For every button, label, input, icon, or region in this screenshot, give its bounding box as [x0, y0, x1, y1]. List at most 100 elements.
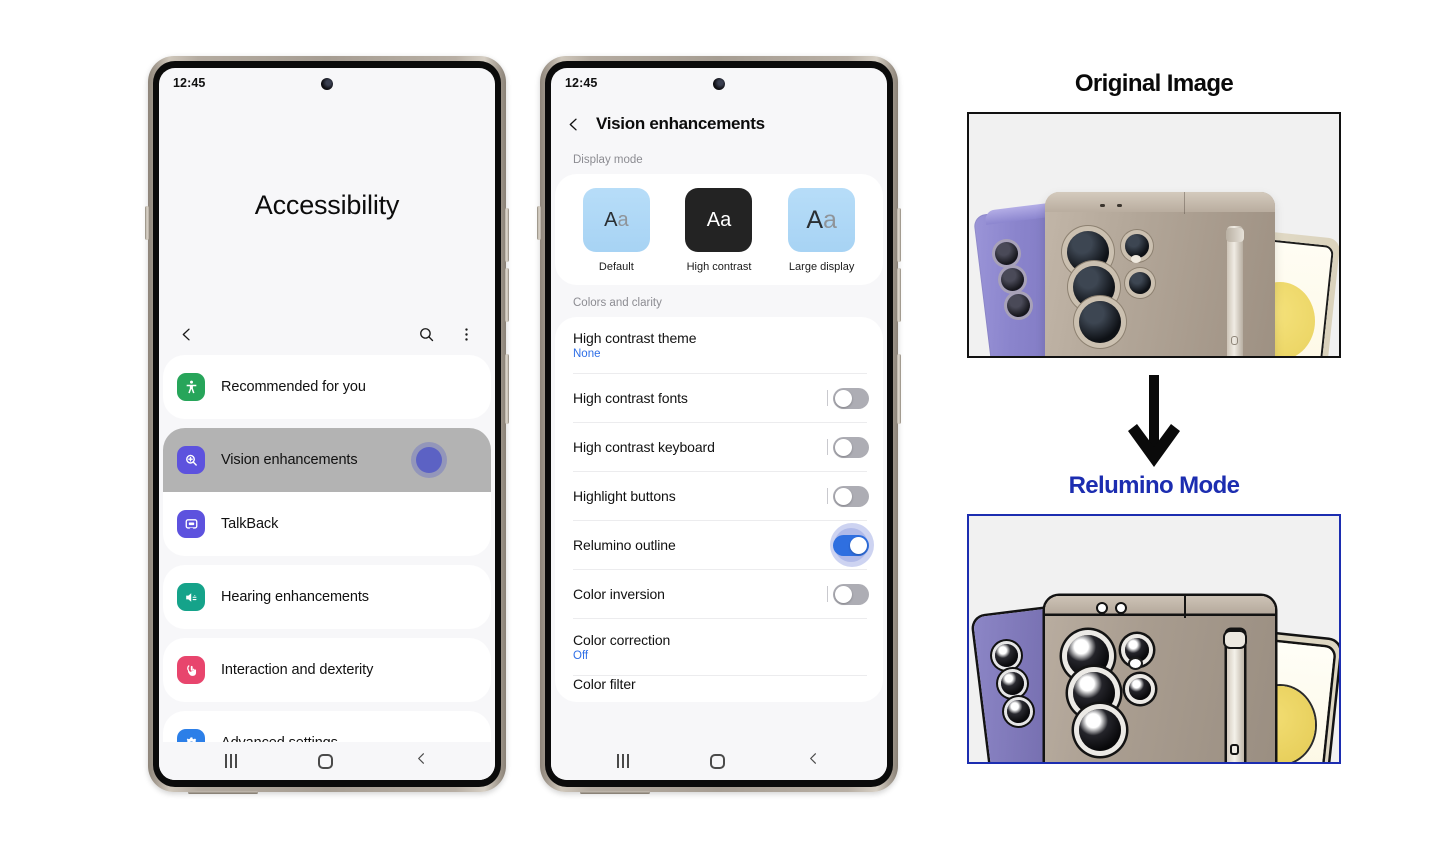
sidebar-item-recommended[interactable]: Recommended for you — [163, 355, 491, 419]
setting-row-high-contrast-keyboard[interactable]: High contrast keyboard — [555, 423, 883, 471]
magnifier-plus-icon — [177, 446, 205, 474]
page-title: Accessibility — [254, 190, 400, 220]
power-button[interactable] — [897, 354, 901, 424]
photo-titanium-top-edge — [1045, 596, 1275, 616]
photo-titanium-seam — [1184, 192, 1185, 214]
power-button[interactable] — [505, 354, 509, 424]
photo-mic-hole — [1117, 204, 1122, 207]
photo-flash — [1130, 659, 1141, 668]
left-side-nub — [537, 206, 541, 240]
down-arrow-icon — [1128, 375, 1180, 467]
display-mode-option-large-display[interactable]: Aa Large display — [788, 188, 856, 273]
phone2-status-bar: 12:45 — [551, 68, 887, 98]
toggle-color-inversion[interactable] — [827, 583, 869, 605]
toggle-relumino-outline[interactable] — [827, 523, 874, 567]
speech-bubble-icon — [177, 510, 205, 538]
toggle-knob — [835, 389, 852, 407]
setting-row-high-contrast-fonts[interactable]: High contrast fonts — [555, 374, 883, 422]
mode-preview-large-display: Aa — [788, 188, 856, 252]
section-label-display-mode: Display mode — [573, 154, 643, 166]
setting-row-color-filter[interactable]: Color filter — [555, 676, 883, 702]
sidebar-item-label: Interaction and dexterity — [221, 662, 374, 678]
chevron-left-icon[interactable] — [565, 116, 582, 133]
toggle-high-contrast-keyboard[interactable] — [827, 436, 869, 458]
phone2-bezel: 12:45 Vision enhancements Display mode A… — [545, 61, 893, 787]
search-icon[interactable] — [413, 321, 439, 347]
sidebar-item-talkback[interactable]: TalkBack — [163, 492, 491, 556]
toggle-track — [833, 485, 869, 507]
photo-lens-main — [1073, 672, 1115, 714]
phone1-navigation-bar — [159, 742, 495, 780]
left-side-nub — [145, 206, 149, 240]
photo-lens — [1007, 700, 1030, 723]
phone1-status-bar: 12:45 — [159, 68, 495, 98]
toggle-highlight-buttons[interactable] — [827, 485, 869, 507]
accessibility-person-icon — [177, 373, 205, 401]
setting-row-high-contrast-theme[interactable]: High contrast theme None — [555, 317, 883, 373]
mode-label: High contrast — [686, 261, 752, 273]
display-mode-option-default[interactable]: Aa Default — [582, 188, 650, 273]
original-image-title: Original Image — [1074, 70, 1234, 97]
volume-down-button[interactable] — [897, 268, 901, 322]
setting-label: Color correction — [573, 632, 671, 648]
page-title-zone: Accessibility — [159, 98, 495, 313]
photo-mic-hole — [1098, 604, 1106, 612]
photo-lens-main — [1079, 709, 1121, 751]
home-icon[interactable] — [709, 753, 725, 769]
volume-up-button[interactable] — [505, 208, 509, 262]
setting-label: High contrast fonts — [573, 390, 688, 406]
photo-s-pen-clip — [1226, 228, 1244, 242]
setting-row-highlight-buttons[interactable]: Highlight buttons — [555, 472, 883, 520]
speaker-grille — [580, 791, 650, 794]
sidebar-item-vision-enhancements[interactable]: Vision enhancements — [163, 428, 491, 492]
toggle-track — [833, 583, 869, 605]
toggle-track — [833, 534, 869, 556]
back-icon[interactable] — [806, 751, 821, 771]
setting-row-color-inversion[interactable]: Color inversion — [555, 570, 883, 618]
sidebar-item-hearing-enhancements[interactable]: Hearing enhancements — [163, 565, 491, 629]
photo-mic-hole — [1100, 204, 1105, 207]
toggle-track — [833, 387, 869, 409]
toggle-knob — [835, 585, 852, 603]
photo-lens-small — [1129, 272, 1151, 294]
photo-s-pen-clip — [1225, 632, 1245, 647]
toggle-knob — [835, 487, 852, 505]
accessibility-list: Recommended for you Vision enhancements — [159, 355, 495, 780]
touch-ripple-indicator — [411, 442, 447, 478]
recents-icon[interactable] — [617, 754, 630, 768]
display-mode-card: Aa Default Aa High contrast Aa Large dis… — [555, 174, 883, 285]
sidebar-item-interaction-dexterity[interactable]: Interaction and dexterity — [163, 638, 491, 702]
toggle-separator — [827, 586, 828, 602]
phone1-toolbar — [159, 313, 495, 355]
setting-label: High contrast theme — [573, 330, 697, 346]
display-mode-option-high-contrast[interactable]: Aa High contrast — [685, 188, 753, 273]
sidebar-item-label: Vision enhancements — [221, 452, 358, 468]
home-icon[interactable] — [317, 753, 333, 769]
sidebar-item-label: TalkBack — [221, 516, 279, 532]
phone-vision-enhancements: 12:45 Vision enhancements Display mode A… — [537, 56, 901, 794]
tap-hand-icon — [177, 656, 205, 684]
galaxy-phones-photo-relumino — [969, 516, 1339, 762]
setting-row-relumino-outline[interactable]: Relumino outline — [555, 521, 883, 569]
page-title: Vision enhancements — [596, 114, 765, 133]
toggle-knob — [850, 536, 867, 554]
photo-lens-main — [1067, 635, 1109, 677]
chevron-left-icon[interactable] — [173, 321, 199, 347]
volume-down-button[interactable] — [505, 268, 509, 322]
photo-titanium-seam — [1184, 596, 1186, 618]
photo-lens-main — [1079, 301, 1121, 343]
photo-flash — [1131, 255, 1141, 263]
setting-row-color-correction[interactable]: Color correction Off — [555, 619, 883, 675]
back-icon[interactable] — [414, 751, 429, 771]
recents-icon[interactable] — [225, 754, 238, 768]
toggle-high-contrast-fonts[interactable] — [827, 387, 869, 409]
more-vertical-icon[interactable] — [453, 321, 479, 347]
volume-up-button[interactable] — [897, 208, 901, 262]
card-hearing: Hearing enhancements — [163, 565, 491, 629]
photo-s-pen-button — [1231, 336, 1238, 345]
photo-lens — [1001, 672, 1024, 695]
sidebar-item-label: Recommended for you — [221, 379, 366, 395]
front-camera-punchhole — [713, 78, 725, 90]
card-vision-talkback: Vision enhancements TalkBack — [163, 428, 491, 556]
phone1-bezel: 12:45 Accessibility Recommended for you … — [153, 61, 501, 787]
